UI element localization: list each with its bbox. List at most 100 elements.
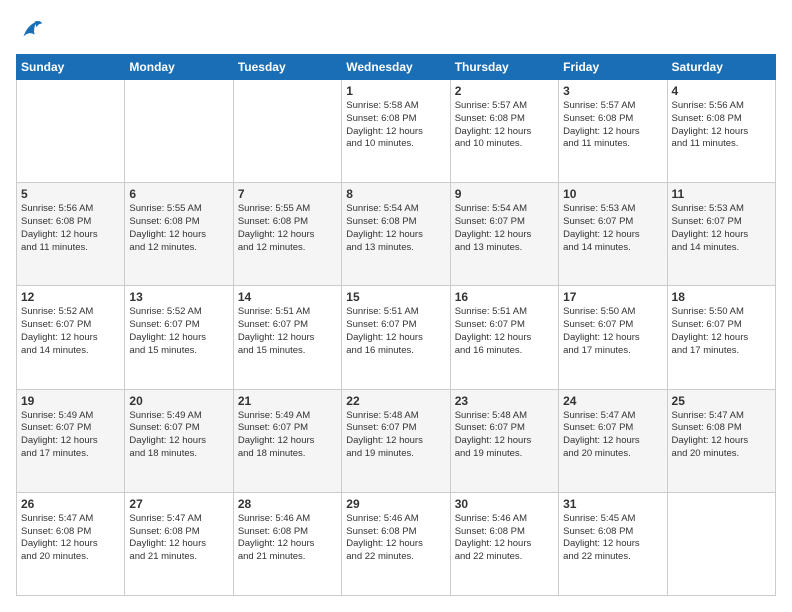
day-info: Sunrise: 5:51 AM Sunset: 6:07 PM Dayligh… (238, 306, 337, 357)
day-info: Sunrise: 5:51 AM Sunset: 6:07 PM Dayligh… (455, 306, 554, 357)
day-info: Sunrise: 5:48 AM Sunset: 6:07 PM Dayligh… (455, 410, 554, 461)
day-info: Sunrise: 5:49 AM Sunset: 6:07 PM Dayligh… (21, 410, 120, 461)
day-info: Sunrise: 5:53 AM Sunset: 6:07 PM Dayligh… (672, 203, 771, 254)
day-number: 19 (21, 394, 120, 408)
logo (16, 16, 48, 44)
day-info: Sunrise: 5:54 AM Sunset: 6:07 PM Dayligh… (455, 203, 554, 254)
calendar-week-3: 12 Sunrise: 5:52 AM Sunset: 6:07 PM Dayli… (17, 286, 776, 389)
calendar-cell: 19 Sunrise: 5:49 AM Sunset: 6:07 PM Dayli… (17, 389, 125, 492)
day-number: 30 (455, 497, 554, 511)
day-info: Sunrise: 5:46 AM Sunset: 6:08 PM Dayligh… (346, 513, 445, 564)
day-number: 18 (672, 290, 771, 304)
weekday-header-thursday: Thursday (450, 55, 558, 80)
calendar-cell: 18 Sunrise: 5:50 AM Sunset: 6:07 PM Dayli… (667, 286, 775, 389)
weekday-header-monday: Monday (125, 55, 233, 80)
day-info: Sunrise: 5:57 AM Sunset: 6:08 PM Dayligh… (563, 100, 662, 151)
calendar-cell: 15 Sunrise: 5:51 AM Sunset: 6:07 PM Dayli… (342, 286, 450, 389)
day-number: 15 (346, 290, 445, 304)
calendar-cell: 28 Sunrise: 5:46 AM Sunset: 6:08 PM Dayli… (233, 492, 341, 595)
calendar-cell: 1 Sunrise: 5:58 AM Sunset: 6:08 PM Daylig… (342, 80, 450, 183)
logo-icon (16, 16, 44, 44)
day-info: Sunrise: 5:47 AM Sunset: 6:08 PM Dayligh… (672, 410, 771, 461)
calendar-cell: 21 Sunrise: 5:49 AM Sunset: 6:07 PM Dayli… (233, 389, 341, 492)
calendar-cell (125, 80, 233, 183)
day-number: 25 (672, 394, 771, 408)
day-info: Sunrise: 5:46 AM Sunset: 6:08 PM Dayligh… (238, 513, 337, 564)
day-number: 8 (346, 187, 445, 201)
calendar-cell: 31Sunrise: 5:45 AM Sunset: 6:08 PM Dayli… (559, 492, 667, 595)
day-info: Sunrise: 5:47 AM Sunset: 6:08 PM Dayligh… (129, 513, 228, 564)
calendar-cell (233, 80, 341, 183)
header (16, 16, 776, 44)
day-info: Sunrise: 5:49 AM Sunset: 6:07 PM Dayligh… (129, 410, 228, 461)
day-number: 7 (238, 187, 337, 201)
day-number: 10 (563, 187, 662, 201)
calendar-cell: 5 Sunrise: 5:56 AM Sunset: 6:08 PM Daylig… (17, 183, 125, 286)
day-info: Sunrise: 5:48 AM Sunset: 6:07 PM Dayligh… (346, 410, 445, 461)
day-number: 22 (346, 394, 445, 408)
calendar-cell: 7 Sunrise: 5:55 AM Sunset: 6:08 PM Daylig… (233, 183, 341, 286)
day-number: 13 (129, 290, 228, 304)
day-number: 23 (455, 394, 554, 408)
calendar-cell: 6Sunrise: 5:55 AM Sunset: 6:08 PM Daylig… (125, 183, 233, 286)
day-info: Sunrise: 5:58 AM Sunset: 6:08 PM Dayligh… (346, 100, 445, 151)
calendar-cell: 11 Sunrise: 5:53 AM Sunset: 6:07 PM Dayli… (667, 183, 775, 286)
day-number: 1 (346, 84, 445, 98)
calendar-cell: 12 Sunrise: 5:52 AM Sunset: 6:07 PM Dayli… (17, 286, 125, 389)
day-number: 3 (563, 84, 662, 98)
day-number: 28 (238, 497, 337, 511)
calendar-cell: 25 Sunrise: 5:47 AM Sunset: 6:08 PM Dayli… (667, 389, 775, 492)
day-info: Sunrise: 5:49 AM Sunset: 6:07 PM Dayligh… (238, 410, 337, 461)
calendar-cell: 17 Sunrise: 5:50 AM Sunset: 6:07 PM Dayli… (559, 286, 667, 389)
calendar-cell: 30 Sunrise: 5:46 AM Sunset: 6:08 PM Dayli… (450, 492, 558, 595)
day-info: Sunrise: 5:53 AM Sunset: 6:07 PM Dayligh… (563, 203, 662, 254)
calendar-cell: 8 Sunrise: 5:54 AM Sunset: 6:08 PM Daylig… (342, 183, 450, 286)
calendar-cell: 13 Sunrise: 5:52 AM Sunset: 6:07 PM Dayli… (125, 286, 233, 389)
calendar-cell: 14 Sunrise: 5:51 AM Sunset: 6:07 PM Dayli… (233, 286, 341, 389)
day-number: 17 (563, 290, 662, 304)
day-number: 12 (21, 290, 120, 304)
day-number: 27 (129, 497, 228, 511)
day-info: Sunrise: 5:46 AM Sunset: 6:08 PM Dayligh… (455, 513, 554, 564)
weekday-header-friday: Friday (559, 55, 667, 80)
calendar-cell (17, 80, 125, 183)
day-info: Sunrise: 5:51 AM Sunset: 6:07 PM Dayligh… (346, 306, 445, 357)
calendar-cell: 22 Sunrise: 5:48 AM Sunset: 6:07 PM Dayli… (342, 389, 450, 492)
day-number: 14 (238, 290, 337, 304)
day-number: 16 (455, 290, 554, 304)
calendar-week-1: 1 Sunrise: 5:58 AM Sunset: 6:08 PM Daylig… (17, 80, 776, 183)
day-info: Sunrise: 5:50 AM Sunset: 6:07 PM Dayligh… (563, 306, 662, 357)
day-info: Sunrise: 5:54 AM Sunset: 6:08 PM Dayligh… (346, 203, 445, 254)
day-info: Sunrise: 5:47 AM Sunset: 6:08 PM Dayligh… (21, 513, 120, 564)
calendar-week-4: 19 Sunrise: 5:49 AM Sunset: 6:07 PM Dayli… (17, 389, 776, 492)
day-info: Sunrise: 5:55 AM Sunset: 6:08 PM Dayligh… (238, 203, 337, 254)
calendar-cell: 9Sunrise: 5:54 AM Sunset: 6:07 PM Daylig… (450, 183, 558, 286)
day-number: 29 (346, 497, 445, 511)
calendar-cell: 26Sunrise: 5:47 AM Sunset: 6:08 PM Dayli… (17, 492, 125, 595)
day-info: Sunrise: 5:56 AM Sunset: 6:08 PM Dayligh… (672, 100, 771, 151)
day-number: 5 (21, 187, 120, 201)
weekday-header-tuesday: Tuesday (233, 55, 341, 80)
weekday-header-saturday: Saturday (667, 55, 775, 80)
day-info: Sunrise: 5:55 AM Sunset: 6:08 PM Dayligh… (129, 203, 228, 254)
day-number: 20 (129, 394, 228, 408)
calendar-cell: 24 Sunrise: 5:47 AM Sunset: 6:07 PM Dayli… (559, 389, 667, 492)
calendar-cell: 10 Sunrise: 5:53 AM Sunset: 6:07 PM Dayli… (559, 183, 667, 286)
day-info: Sunrise: 5:56 AM Sunset: 6:08 PM Dayligh… (21, 203, 120, 254)
day-info: Sunrise: 5:52 AM Sunset: 6:07 PM Dayligh… (21, 306, 120, 357)
day-number: 21 (238, 394, 337, 408)
day-info: Sunrise: 5:50 AM Sunset: 6:07 PM Dayligh… (672, 306, 771, 357)
calendar-week-5: 26Sunrise: 5:47 AM Sunset: 6:08 PM Dayli… (17, 492, 776, 595)
calendar-cell: 16 Sunrise: 5:51 AM Sunset: 6:07 PM Dayli… (450, 286, 558, 389)
day-info: Sunrise: 5:45 AM Sunset: 6:08 PM Dayligh… (563, 513, 662, 564)
day-number: 11 (672, 187, 771, 201)
day-info: Sunrise: 5:52 AM Sunset: 6:07 PM Dayligh… (129, 306, 228, 357)
weekday-header-sunday: Sunday (17, 55, 125, 80)
calendar-cell: 20 Sunrise: 5:49 AM Sunset: 6:07 PM Dayli… (125, 389, 233, 492)
page: SundayMondayTuesdayWednesdayThursdayFrid… (0, 0, 792, 612)
day-number: 4 (672, 84, 771, 98)
day-info: Sunrise: 5:47 AM Sunset: 6:07 PM Dayligh… (563, 410, 662, 461)
weekday-header-wednesday: Wednesday (342, 55, 450, 80)
day-number: 2 (455, 84, 554, 98)
day-number: 24 (563, 394, 662, 408)
